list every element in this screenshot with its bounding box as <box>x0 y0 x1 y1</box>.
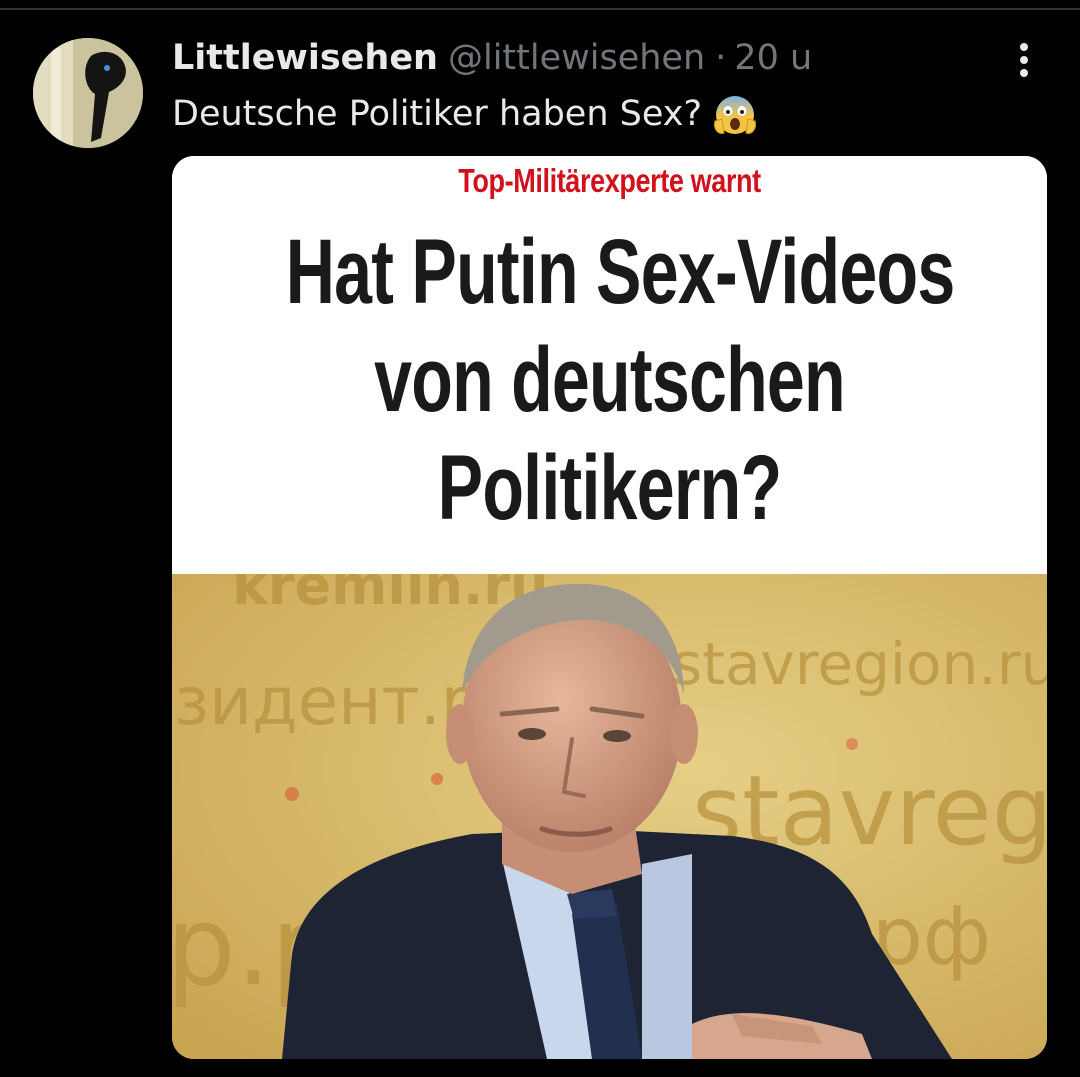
backdrop-text: stavregion.ru <box>672 630 1047 698</box>
tweet-header: Littlewisehen @littlewisehen · 20 u <box>172 36 812 80</box>
avatar-image <box>33 38 143 148</box>
article-photo: kremlin.ru зидент.р stavregion.ru stavre… <box>172 574 1047 1059</box>
headline-line: von deutschen <box>374 329 846 431</box>
headline-panel: Top-Militärexperte warnt Hat Putin Sex-V… <box>172 156 1047 574</box>
top-divider <box>0 8 1080 10</box>
headline-line: Politikern? <box>437 437 782 539</box>
user-handle[interactable]: @littlewisehen <box>448 38 705 78</box>
article-headline: Hat Putin Sex-Videos von deutschen Polit… <box>285 218 955 542</box>
face-screaming-in-fear-emoji <box>714 96 756 134</box>
headline-line: Hat Putin Sex-Videos <box>285 221 955 323</box>
display-name[interactable]: Littlewisehen <box>172 38 438 78</box>
avatar[interactable] <box>33 38 143 148</box>
tweet-media[interactable]: Top-Militärexperte warnt Hat Putin Sex-V… <box>172 156 1047 1059</box>
article-kicker: Top-Militärexperte warnt <box>458 162 761 199</box>
tweet-text: Deutsche Politiker haben Sex? <box>172 90 758 138</box>
more-vertical-icon <box>1020 43 1028 77</box>
tweet-text-content: Deutsche Politiker haben Sex? <box>172 94 703 134</box>
post-time[interactable]: 20 u <box>734 38 812 78</box>
header-separator: · <box>715 38 727 78</box>
more-options-button[interactable] <box>1004 40 1044 80</box>
backdrop-text: зидент.р <box>174 663 483 740</box>
